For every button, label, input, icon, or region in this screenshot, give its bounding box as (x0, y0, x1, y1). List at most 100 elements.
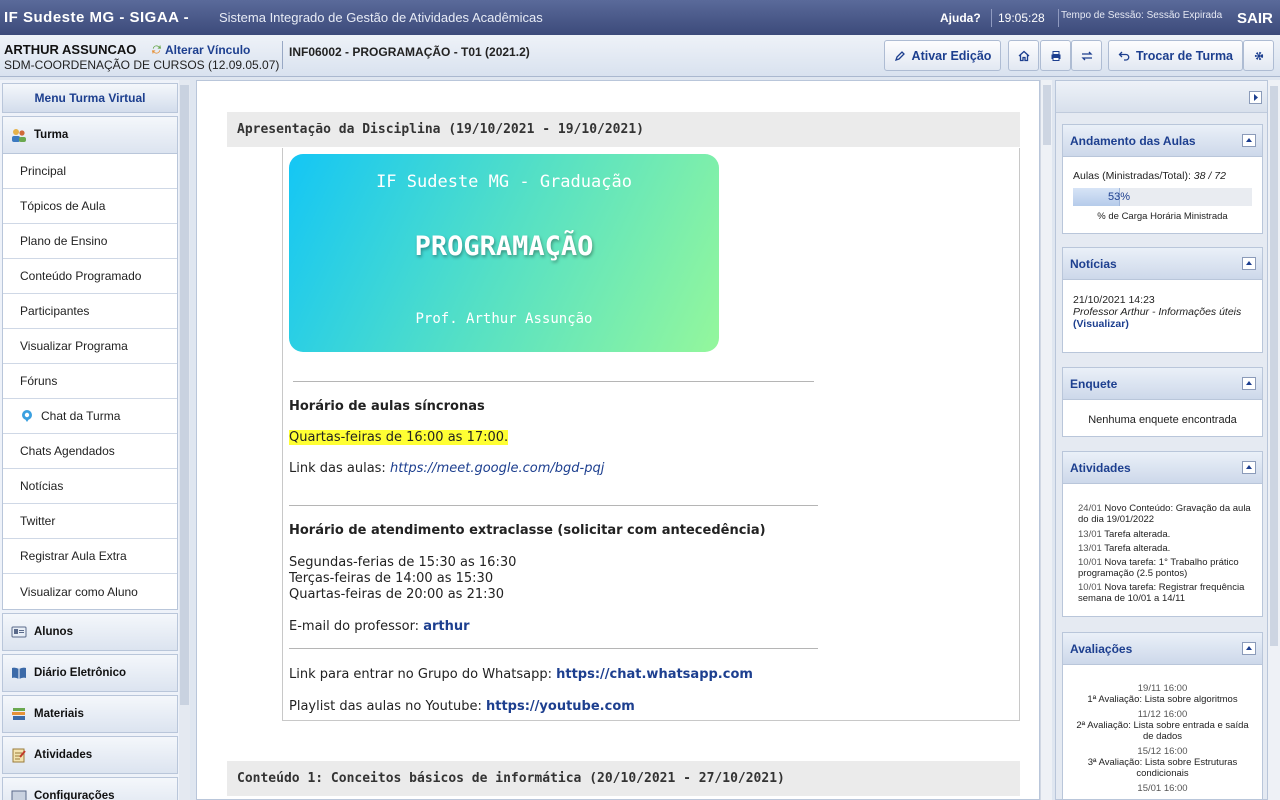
right-panel-toolbar (1056, 81, 1267, 113)
evaluation-item[interactable]: 19/11 16:00 1ª Avaliação: Lista sobre al… (1073, 683, 1252, 705)
evaluation-item[interactable]: 11/12 16:00 2ª Avaliação: Lista sobre en… (1073, 709, 1252, 742)
evaluation-date: 11/12 16:00 (1137, 709, 1188, 720)
activity-item[interactable]: 13/01 Tarefa alterada. (1078, 543, 1258, 554)
menu-item-twitter[interactable]: Twitter (3, 504, 177, 539)
activate-edit-label: Ativar Edição (911, 48, 992, 63)
course-title: INF06002 - PROGRAMAÇÃO - T01 (2021.2) (289, 45, 530, 59)
collapse-icon[interactable] (1242, 257, 1256, 270)
class-link[interactable]: https://meet.google.com/bgd-pqj (390, 461, 604, 476)
menu-item-conteudo[interactable]: Conteúdo Programado (3, 259, 177, 294)
menu-item-topicos[interactable]: Tópicos de Aula (3, 189, 177, 224)
switch-button[interactable] (1071, 40, 1102, 71)
scroll-thumb[interactable] (1270, 86, 1278, 646)
activity-item[interactable]: 13/01 Tarefa alterada. (1078, 529, 1258, 540)
menu-item-visualizar-programa[interactable]: Visualizar Programa (3, 329, 177, 364)
whatsapp-link[interactable]: https://chat.whatsapp.com (556, 667, 753, 682)
divider (293, 381, 814, 382)
user-unit: SDM-COORDENAÇÃO DE CURSOS (12.09.05.07) (4, 58, 280, 72)
header: ARTHUR ASSUNCAO Alterar Vínculo SDM-COOR… (0, 35, 1280, 77)
youtube-link[interactable]: https://youtube.com (486, 699, 635, 714)
collapse-panel-button[interactable] (1249, 91, 1262, 104)
activity-item[interactable]: 24/01 Novo Conteúdo: Gravação da aula do… (1078, 503, 1258, 525)
poll-title: Enquete (1070, 377, 1118, 391)
menu-items: Principal Tópicos de Aula Plano de Ensin… (2, 154, 178, 610)
menu-section-materiais[interactable]: Materiais (2, 695, 178, 733)
menu-item-label: Notícias (20, 479, 64, 493)
activity-item[interactable]: 10/01 Nova tarefa: Registrar frequência … (1078, 582, 1258, 604)
menu-item-label: Tópicos de Aula (20, 199, 106, 213)
evaluation-item[interactable]: 15/12 16:00 3ª Avaliação: Lista sobre Es… (1073, 746, 1252, 779)
banner-institution: IF Sudeste MG - Graduação (376, 172, 632, 192)
main-scrollbar[interactable] (1040, 80, 1052, 800)
collapse-icon[interactable] (1242, 377, 1256, 390)
menu-item-label: Visualizar como Aluno (20, 584, 138, 599)
collapse-icon[interactable] (1242, 642, 1256, 655)
classes-count-value: 38 / 72 (1193, 170, 1226, 182)
clipboard-icon (12, 748, 26, 763)
email-label: E-mail do professor: (289, 619, 420, 634)
activity-text: Nova tarefa: 1° Trabalho prático program… (1078, 557, 1239, 579)
change-link[interactable]: Alterar Vínculo (165, 43, 250, 57)
activity-item[interactable]: 10/01 Nova tarefa: 1° Trabalho prático p… (1078, 557, 1258, 579)
menu-item-registrar-aula[interactable]: Registrar Aula Extra (3, 539, 177, 574)
menu-item-participantes[interactable]: Participantes (3, 294, 177, 329)
menu-section-diario[interactable]: Diário Eletrônico (2, 654, 178, 692)
menu-item-foruns[interactable]: Fóruns (3, 364, 177, 399)
menu-section-turma[interactable]: Turma (2, 116, 178, 154)
settings-button[interactable] (1243, 40, 1274, 71)
news-box: Notícias 21/10/2021 14:23 Professor Arth… (1062, 247, 1263, 353)
menu-item-label: Conteúdo Programado (20, 269, 142, 283)
help-link[interactable]: Ajuda? (940, 11, 981, 25)
back-arrow-icon (1118, 51, 1130, 61)
progress-title: Andamento das Aulas (1070, 134, 1196, 148)
evaluations-title: Avaliações (1070, 642, 1133, 656)
menu-item-noticias[interactable]: Notícias (3, 469, 177, 504)
user-name: ARTHUR ASSUNCAO (4, 42, 137, 57)
change-class-button[interactable]: Trocar de Turma (1108, 40, 1243, 71)
activity-text: Novo Conteúdo: Gravação da aula do dia 1… (1078, 503, 1251, 525)
home-button[interactable] (1008, 40, 1039, 71)
menu-section-label: Configurações (34, 790, 115, 800)
system-name: IF Sudeste MG - SIGAA - (4, 9, 190, 26)
course-banner: IF Sudeste MG - Graduação PROGRAMAÇÃO Pr… (289, 154, 719, 352)
logout-button[interactable]: SAIR (1237, 10, 1273, 27)
activity-date: 10/01 (1078, 557, 1102, 568)
divider (289, 648, 818, 649)
activate-edit-button[interactable]: Ativar Edição (884, 40, 1001, 71)
news-view-link[interactable]: (Visualizar) (1073, 318, 1129, 330)
menu-item-plano[interactable]: Plano de Ensino (3, 224, 177, 259)
sync-schedule-time: Quartas-feiras de 16:00 as 17:00. (289, 430, 509, 445)
scroll-thumb[interactable] (1043, 85, 1051, 145)
menu-title: Menu Turma Virtual (2, 83, 178, 113)
whatsapp-row: Link para entrar no Grupo do Whatsapp: h… (289, 667, 753, 682)
divider (991, 9, 992, 27)
menu-section-atividades[interactable]: Atividades (2, 736, 178, 774)
email-link[interactable]: arthur (423, 619, 469, 634)
swap-arrows-icon (1080, 51, 1093, 60)
menu-item-chats-agendados[interactable]: Chats Agendados (3, 434, 177, 469)
menu-item-label: Chat da Turma (41, 409, 121, 423)
activity-text: Tarefa alterada. (1104, 543, 1171, 554)
collapse-icon[interactable] (1242, 134, 1256, 147)
menu-section-label: Turma (34, 129, 69, 141)
collapse-icon[interactable] (1242, 461, 1256, 474)
menu-scrollbar[interactable] (179, 80, 190, 800)
menu-item-chat[interactable]: Chat da Turma (3, 399, 177, 434)
evaluation-item[interactable]: 15/01 16:00 (1073, 783, 1252, 794)
menu-item-label: Principal (20, 164, 67, 178)
sync-schedule-title: Horário de aulas síncronas (289, 399, 485, 414)
menu-item-principal[interactable]: Principal (3, 154, 177, 189)
scroll-thumb[interactable] (180, 85, 189, 705)
right-scrollbar[interactable] (1268, 80, 1280, 800)
progress-bar: 53% (1073, 188, 1252, 206)
change-link-icon[interactable] (151, 44, 162, 55)
menu-item-visualizar-aluno[interactable]: Visualizar como Aluno (3, 574, 177, 609)
activity-date: 10/01 (1078, 582, 1102, 593)
menu-section-alunos[interactable]: Alunos (2, 613, 178, 651)
banner-professor: Prof. Arthur Assunção (415, 311, 593, 327)
activity-date: 13/01 (1078, 529, 1102, 540)
menu-section-configuracoes[interactable]: Configurações (2, 777, 178, 800)
activity-text: Tarefa alterada. (1104, 529, 1171, 540)
print-button[interactable] (1040, 40, 1071, 71)
menu-item-label: Registrar Aula Extra (20, 549, 127, 563)
